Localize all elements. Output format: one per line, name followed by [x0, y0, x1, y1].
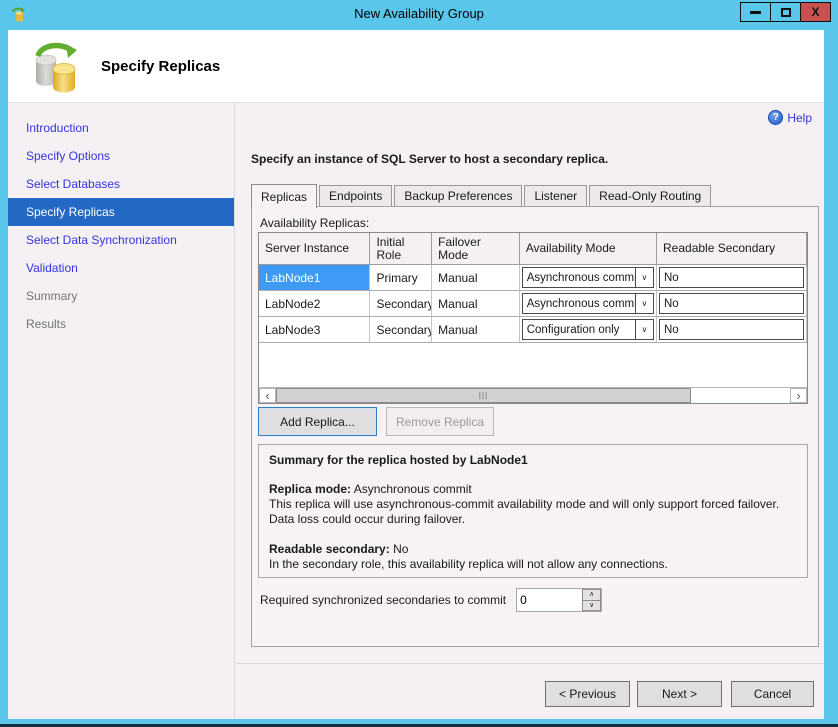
- instruction-text: Specify an instance of SQL Server to hos…: [251, 152, 608, 166]
- sidebar-item-specify-replicas[interactable]: Specify Replicas: [8, 198, 234, 226]
- cell-initial-role: Primary: [370, 265, 432, 290]
- database-sync-icon: [30, 41, 80, 93]
- tab-endpoints[interactable]: Endpoints: [319, 185, 392, 207]
- minimize-icon: [750, 11, 761, 14]
- help-label: Help: [787, 111, 812, 125]
- cell-initial-role: Secondary: [370, 291, 432, 316]
- help-icon: ?: [768, 110, 783, 125]
- close-icon: X: [811, 6, 819, 18]
- required-secondaries-label: Required synchronized secondaries to com…: [260, 593, 506, 607]
- scrollbar-track[interactable]: [691, 388, 790, 403]
- dialog-window: New Availability Group X: [0, 0, 838, 727]
- chevron-down-icon[interactable]: ∨: [635, 320, 653, 339]
- maximize-button[interactable]: [770, 2, 801, 22]
- availability-mode-dropdown[interactable]: Asynchronous commit ∨: [522, 267, 654, 288]
- readable-secondary-dropdown[interactable]: No: [659, 319, 804, 340]
- next-button[interactable]: Next >: [637, 681, 722, 707]
- readable-secondary-description: In the secondary role, this availability…: [269, 557, 797, 572]
- sidebar-item-validation[interactable]: Validation: [8, 254, 234, 282]
- sidebar-item-introduction[interactable]: Introduction: [8, 114, 234, 142]
- cell-readable-secondary: No: [657, 265, 807, 290]
- replica-summary-box: Summary for the replica hosted by LabNod…: [258, 444, 808, 578]
- availability-mode-dropdown[interactable]: Asynchronous commit ∨: [522, 293, 654, 314]
- sidebar-item-results: Results: [8, 310, 234, 338]
- summary-title: Summary for the replica hosted by LabNod…: [269, 453, 797, 468]
- column-header-server-instance[interactable]: Server Instance: [259, 233, 370, 265]
- column-header-initial-role[interactable]: Initial Role: [370, 233, 432, 265]
- cell-server-instance[interactable]: LabNode3: [259, 317, 370, 342]
- availability-replicas-label: Availability Replicas:: [260, 216, 369, 230]
- availability-mode-dropdown[interactable]: Configuration only ∨: [522, 319, 654, 340]
- maximize-icon: [781, 8, 791, 17]
- readable-secondary-dropdown[interactable]: No: [659, 293, 804, 314]
- cell-initial-role: Secondary: [370, 317, 432, 342]
- required-secondaries-input[interactable]: [517, 589, 582, 611]
- grid-header-row: Server Instance Initial Role Failover Mo…: [259, 233, 807, 265]
- footer-divider: [236, 663, 824, 664]
- sidebar-item-specify-options[interactable]: Specify Options: [8, 142, 234, 170]
- column-header-failover-mode[interactable]: Failover Mode: [432, 233, 520, 265]
- close-button[interactable]: X: [800, 2, 831, 22]
- page-title: Specify Replicas: [101, 58, 220, 75]
- tab-backup-preferences[interactable]: Backup Preferences: [394, 185, 522, 207]
- tab-listener[interactable]: Listener: [524, 185, 587, 207]
- tab-read-only-routing[interactable]: Read-Only Routing: [589, 185, 711, 207]
- replicas-tab-panel: Availability Replicas: Server Instance I…: [251, 206, 819, 647]
- cancel-button[interactable]: Cancel: [731, 681, 814, 707]
- title-bar[interactable]: New Availability Group X: [0, 0, 838, 30]
- column-header-readable-secondary[interactable]: Readable Secondary: [657, 233, 807, 265]
- minimize-button[interactable]: [740, 2, 771, 22]
- cell-server-instance[interactable]: LabNode1: [259, 265, 370, 290]
- scrollbar-thumb[interactable]: |||: [276, 388, 691, 403]
- scroll-left-icon[interactable]: ‹: [259, 388, 276, 403]
- required-secondaries-spinner: ∧ ∨: [516, 588, 602, 612]
- grid-row-labnode1[interactable]: LabNode1 Primary Manual Asynchronous com…: [259, 265, 807, 291]
- cell-readable-secondary: No: [657, 291, 807, 316]
- tab-strip: Replicas Endpoints Backup Preferences Li…: [251, 185, 713, 207]
- content-area: ? Help Specify an instance of SQL Server…: [236, 103, 824, 719]
- add-replica-button[interactable]: Add Replica...: [258, 407, 377, 436]
- scrollbar-grip: |||: [479, 391, 488, 400]
- spin-down-icon[interactable]: ∨: [582, 600, 601, 612]
- grid-row-labnode2[interactable]: LabNode2 Secondary Manual Asynchronous c…: [259, 291, 807, 317]
- readable-secondary-dropdown[interactable]: No: [659, 267, 804, 288]
- sidebar-item-select-databases[interactable]: Select Databases: [8, 170, 234, 198]
- cell-failover-mode: Manual: [432, 291, 520, 316]
- client-area: Specify Replicas Introduction Specify Op…: [8, 30, 824, 719]
- help-link[interactable]: ? Help: [768, 110, 812, 125]
- replica-mode-line: Replica mode: Asynchronous commit: [269, 482, 797, 497]
- previous-button[interactable]: < Previous: [545, 681, 630, 707]
- sidebar-item-summary: Summary: [8, 282, 234, 310]
- wizard-steps-sidebar: Introduction Specify Options Select Data…: [8, 103, 235, 719]
- cell-failover-mode: Manual: [432, 317, 520, 342]
- sidebar-item-select-data-synchronization[interactable]: Select Data Synchronization: [8, 226, 234, 254]
- chevron-down-icon[interactable]: ∨: [635, 294, 653, 313]
- required-secondaries-row: Required synchronized secondaries to com…: [260, 588, 602, 612]
- tab-replicas[interactable]: Replicas: [251, 184, 317, 208]
- replica-mode-description: This replica will use asynchronous-commi…: [269, 497, 797, 527]
- cell-availability-mode: Asynchronous commit ∨: [520, 291, 657, 316]
- window-title: New Availability Group: [0, 6, 838, 21]
- cell-server-instance[interactable]: LabNode2: [259, 291, 370, 316]
- remove-replica-button: Remove Replica: [386, 407, 494, 436]
- horizontal-scrollbar[interactable]: ‹ ||| ›: [259, 387, 807, 403]
- availability-replicas-grid: Server Instance Initial Role Failover Mo…: [258, 232, 808, 404]
- chevron-down-icon[interactable]: ∨: [635, 268, 653, 287]
- scroll-right-icon[interactable]: ›: [790, 388, 807, 403]
- wizard-header: Specify Replicas: [8, 30, 824, 103]
- readable-secondary-line: Readable secondary: No: [269, 542, 797, 557]
- cell-readable-secondary: No: [657, 317, 807, 342]
- column-header-availability-mode[interactable]: Availability Mode: [520, 233, 657, 265]
- cell-failover-mode: Manual: [432, 265, 520, 290]
- cell-availability-mode: Configuration only ∨: [520, 317, 657, 342]
- cell-availability-mode: Asynchronous commit ∨: [520, 265, 657, 290]
- grid-row-labnode3[interactable]: LabNode3 Secondary Manual Configuration …: [259, 317, 807, 343]
